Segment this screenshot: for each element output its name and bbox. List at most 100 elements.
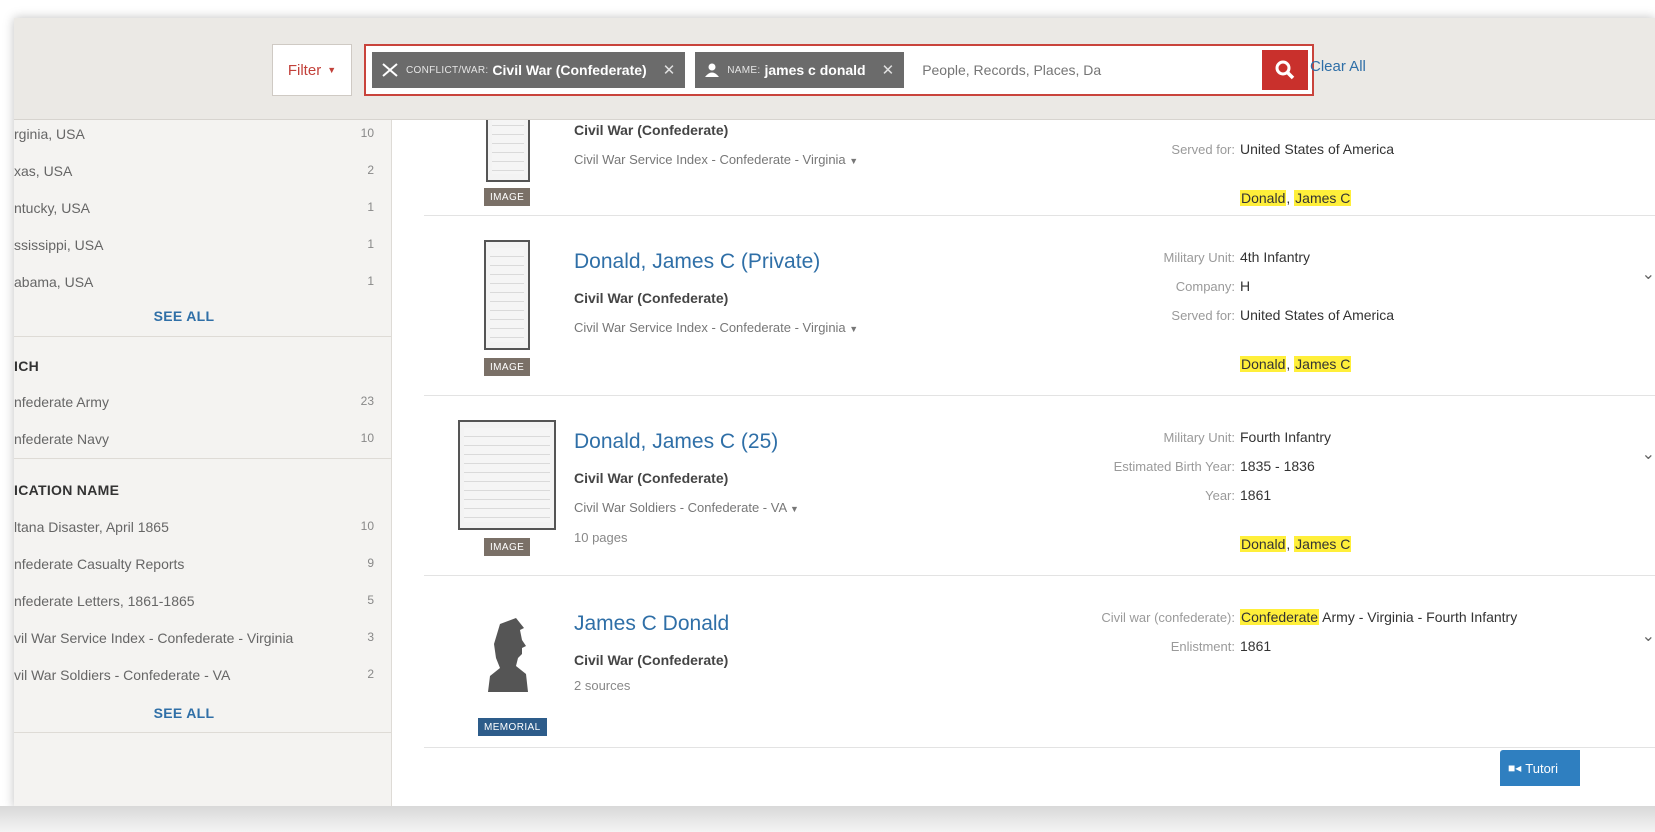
filter-option-label: nfederate Army bbox=[14, 394, 109, 410]
chip-value: Civil War (Confederate) bbox=[492, 62, 647, 78]
image-tag: IMAGE bbox=[484, 188, 531, 206]
filter-option-count: 2 bbox=[367, 163, 374, 177]
result-title[interactable]: James C Donald bbox=[574, 612, 729, 636]
filter-option[interactable]: rginia, USA 10 bbox=[14, 120, 384, 150]
image-tag: IMAGE bbox=[484, 358, 531, 376]
tutorial-button[interactable]: ■◂ Tutori bbox=[1500, 750, 1580, 786]
app-frame: Filter ▼ CONFLICT/WAR: Civil War (Confed… bbox=[14, 18, 1655, 808]
result-sources: 2 sources bbox=[574, 678, 631, 693]
field-value: 1861 bbox=[1240, 638, 1272, 654]
search-input[interactable] bbox=[914, 52, 1262, 88]
filter-option[interactable]: vil War Service Index - Confederate - Vi… bbox=[14, 624, 384, 654]
caret-down-icon: ▼ bbox=[849, 324, 859, 334]
result-collection[interactable]: Civil War Service Index - Confederate - … bbox=[574, 320, 858, 335]
image-tag: IMAGE bbox=[484, 538, 531, 556]
divider bbox=[14, 336, 391, 337]
collection-label: Civil War Service Index - Confederate - … bbox=[574, 152, 846, 167]
chip-value: james c donald bbox=[764, 62, 866, 78]
divider bbox=[14, 458, 391, 459]
search-button[interactable] bbox=[1262, 50, 1308, 90]
see-all-link[interactable]: SEE ALL bbox=[14, 308, 354, 324]
filter-button[interactable]: Filter ▼ bbox=[272, 44, 352, 96]
filter-option-count: 5 bbox=[367, 593, 374, 607]
name-highlight: Donald, James C bbox=[1240, 356, 1352, 372]
filter-option-count: 10 bbox=[360, 519, 374, 533]
filter-option[interactable]: abama, USA 1 bbox=[14, 268, 384, 298]
result-title[interactable]: Donald, James C (25) bbox=[574, 430, 778, 454]
remove-chip-icon[interactable]: ✕ bbox=[663, 61, 676, 79]
chip-key: NAME: bbox=[727, 64, 761, 76]
filter-section-heading: ICATION NAME bbox=[14, 482, 120, 498]
filter-option[interactable]: ntucky, USA 1 bbox=[14, 194, 384, 224]
filter-sidebar: rginia, USA 10 xas, USA 2 ntucky, USA 1 ssi… bbox=[14, 120, 392, 808]
filter-section-heading: ICH bbox=[14, 358, 40, 374]
filter-option-label: ntucky, USA bbox=[14, 200, 90, 216]
chevron-down-icon[interactable]: ⌄ bbox=[1642, 444, 1655, 464]
field-key: Enlistment: bbox=[1170, 639, 1235, 654]
clear-all-link[interactable]: Clear All bbox=[1310, 58, 1366, 75]
result-title[interactable]: Donald, James C (Private) bbox=[574, 250, 820, 274]
result-collection[interactable]: Civil War Soldiers - Confederate - VA ▼ bbox=[574, 500, 799, 515]
record-thumbnail[interactable] bbox=[484, 240, 530, 350]
filter-option-label: ssissippi, USA bbox=[14, 237, 104, 253]
result-item: IMAGE Civil War (Confederate) Civil War … bbox=[424, 120, 1655, 216]
filter-option-count: 1 bbox=[367, 200, 374, 214]
chevron-down-icon[interactable]: ⌄ bbox=[1642, 626, 1655, 646]
highlight-surname: Donald bbox=[1240, 356, 1287, 372]
highlight-given: James C bbox=[1294, 356, 1352, 372]
filter-option-label: abama, USA bbox=[14, 274, 94, 290]
result-subtitle: Civil War (Confederate) bbox=[574, 652, 729, 668]
result-collection[interactable]: Civil War Service Index - Confederate - … bbox=[574, 152, 858, 167]
filter-button-label: Filter bbox=[287, 61, 322, 79]
bottom-shadow bbox=[0, 806, 1655, 832]
search-icon bbox=[1275, 60, 1295, 80]
field-value: United States of America bbox=[1240, 307, 1395, 323]
results-list: IMAGE Civil War (Confederate) Civil War … bbox=[392, 120, 1655, 808]
caret-down-icon: ▼ bbox=[327, 65, 337, 75]
filter-option-label: rginia, USA bbox=[14, 126, 85, 142]
chevron-down-icon[interactable]: ⌄ bbox=[1642, 264, 1655, 284]
remove-chip-icon[interactable]: ✕ bbox=[882, 61, 895, 79]
soldier-silhouette-icon bbox=[488, 618, 528, 692]
result-item: IMAGE Donald, James C (25) Civil War (Co… bbox=[424, 396, 1655, 576]
filter-option[interactable]: nfederate Army 23 bbox=[14, 388, 384, 418]
record-thumbnail[interactable] bbox=[458, 420, 556, 530]
field-value: United States of America bbox=[1240, 141, 1395, 157]
name-highlight: Donald, James C bbox=[1240, 190, 1352, 206]
result-subtitle: Civil War (Confederate) bbox=[574, 290, 729, 306]
filter-option-label: vil War Soldiers - Confederate - VA bbox=[14, 667, 231, 683]
filter-option-count: 1 bbox=[367, 274, 374, 288]
filter-option-count: 9 bbox=[367, 556, 374, 570]
search-box: CONFLICT/WAR: Civil War (Confederate) ✕ … bbox=[364, 44, 1314, 96]
highlight-given: James C bbox=[1294, 190, 1352, 206]
field-key: Civil war (confederate): bbox=[1101, 610, 1235, 625]
see-all-link[interactable]: SEE ALL bbox=[14, 705, 354, 721]
filter-option[interactable]: ssissippi, USA 1 bbox=[14, 231, 384, 261]
filter-option[interactable]: ltana Disaster, April 1865 10 bbox=[14, 513, 384, 543]
highlight-term: Confederate bbox=[1240, 609, 1320, 625]
filter-option-count: 10 bbox=[360, 431, 374, 445]
field-key: Military Unit: bbox=[1163, 250, 1235, 265]
result-pages: 10 pages bbox=[574, 530, 628, 545]
filter-option[interactable]: xas, USA 2 bbox=[14, 157, 384, 187]
filter-option[interactable]: vil War Soldiers - Confederate - VA 2 bbox=[14, 661, 384, 691]
filter-chip-name[interactable]: NAME: james c donald ✕ bbox=[695, 52, 905, 88]
search-bar: Filter ▼ CONFLICT/WAR: Civil War (Confed… bbox=[14, 18, 1655, 120]
record-thumbnail[interactable] bbox=[486, 120, 530, 182]
field-key: Year: bbox=[1205, 488, 1235, 503]
field-value: 1861 bbox=[1240, 487, 1272, 503]
filter-chip-conflict[interactable]: CONFLICT/WAR: Civil War (Confederate) ✕ bbox=[372, 52, 686, 88]
tutorial-label: Tutori bbox=[1525, 760, 1559, 776]
field-key: Company: bbox=[1175, 279, 1235, 294]
filter-option[interactable]: nfederate Navy 10 bbox=[14, 425, 384, 455]
divider bbox=[14, 732, 391, 733]
filter-option[interactable]: nfederate Casualty Reports 9 bbox=[14, 550, 384, 580]
result-subtitle: Civil War (Confederate) bbox=[574, 122, 729, 138]
highlight-given: James C bbox=[1294, 536, 1352, 552]
chip-key: CONFLICT/WAR: bbox=[406, 64, 489, 76]
filter-option-label: nfederate Letters, 1861-1865 bbox=[14, 593, 195, 609]
filter-option[interactable]: nfederate Letters, 1861-1865 5 bbox=[14, 587, 384, 617]
filter-option-count: 2 bbox=[367, 667, 374, 681]
filter-option-count: 1 bbox=[367, 237, 374, 251]
filter-option-label: vil War Service Index - Confederate - Vi… bbox=[14, 630, 294, 646]
